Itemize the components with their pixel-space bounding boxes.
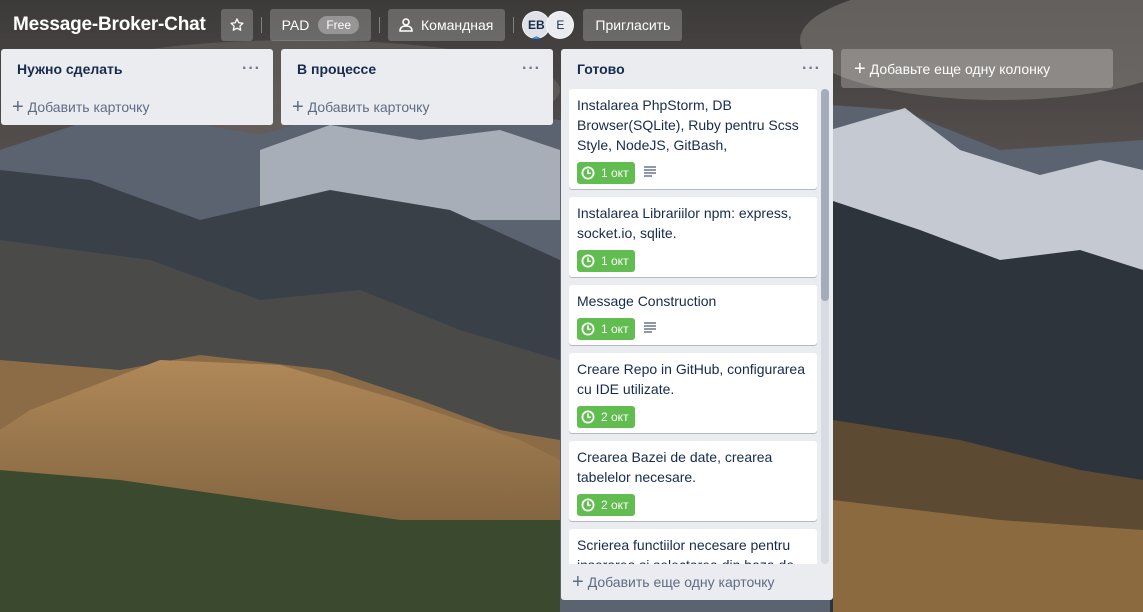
workspace-label: PAD [281, 17, 310, 33]
description-icon [643, 320, 657, 338]
card-title: Instalarea PhpStorm, DB Browser(SQLite),… [577, 97, 799, 153]
due-date-text: 2 окт [601, 410, 629, 424]
due-date-text: 1 окт [601, 322, 629, 336]
list-todo: Нужно сделать ··· + Добавить карточку [1, 49, 273, 125]
add-card-button[interactable]: + Добавить карточку [1, 89, 273, 125]
card-badges: 1 окт [577, 317, 809, 341]
card[interactable]: Crearea Bazei de date, crearea tabelelor… [569, 441, 817, 521]
team-label: Командная [421, 17, 494, 33]
card-title: Creare Repo in GitHub, configurarea cu I… [577, 361, 806, 397]
header-divider [379, 17, 381, 33]
header-divider [513, 17, 515, 33]
list-title[interactable]: Готово [577, 61, 625, 77]
due-date-badge[interactable]: 1 окт [577, 250, 635, 272]
card-title: Instalarea Librariilor npm: express, soc… [577, 205, 792, 241]
team-icon [399, 18, 413, 32]
due-date-badge[interactable]: 1 окт [577, 162, 635, 184]
due-date-badge[interactable]: 2 окт [577, 406, 635, 428]
clock-icon [581, 166, 595, 180]
team-visibility-button[interactable]: Командная [388, 9, 506, 41]
card-badges: 1 окт [577, 161, 809, 185]
add-card-button[interactable]: + Добавить еще одну карточку [561, 564, 833, 600]
card[interactable]: Message Construction 1 окт [569, 285, 817, 345]
clock-icon [581, 322, 595, 336]
card-title: Scrierea functiilor necesare pentru inse… [577, 537, 794, 564]
card[interactable]: Creare Repo in GitHub, configurarea cu I… [569, 353, 817, 433]
list-title[interactable]: Нужно сделать [17, 61, 123, 77]
card-list: Instalarea PhpStorm, DB Browser(SQLite),… [561, 89, 833, 564]
card-badges: 2 окт [577, 405, 809, 429]
card-badges: 2 окт [577, 493, 809, 517]
description-icon [643, 164, 657, 182]
due-date-text: 2 окт [601, 498, 629, 512]
card[interactable]: Instalarea Librariilor npm: express, soc… [569, 197, 817, 277]
due-date-badge[interactable]: 1 окт [577, 318, 635, 340]
list-header: В процессе ··· [281, 49, 553, 89]
scrollbar-thumb[interactable] [821, 89, 829, 301]
list-menu-button[interactable]: ··· [798, 60, 825, 78]
due-date-badge[interactable]: 2 окт [577, 494, 635, 516]
clock-icon [581, 254, 595, 268]
add-list-button[interactable]: + Добавьте еще одну колонку [841, 49, 1113, 88]
board-header: Message-Broker-Chat PAD Free Командная E… [0, 0, 1143, 50]
card-title: Message Construction [577, 293, 717, 309]
list-scrollbar[interactable] [821, 89, 829, 564]
cards-container: Instalarea PhpStorm, DB Browser(SQLite),… [569, 89, 817, 564]
list-header: Готово ··· [561, 49, 833, 89]
plan-badge: Free [318, 16, 360, 34]
due-date-text: 1 окт [601, 166, 629, 180]
list-done: Готово ··· Instalarea PhpStorm, DB Brows… [561, 49, 833, 600]
plus-icon: + [12, 96, 24, 118]
due-date-text: 1 окт [601, 254, 629, 268]
list-in-progress: В процессе ··· + Добавить карточку [281, 49, 553, 125]
card[interactable]: Scrierea functiilor necesare pentru inse… [569, 529, 817, 564]
admin-chevron-icon: ︽ [532, 32, 541, 41]
list-header: Нужно сделать ··· [1, 49, 273, 89]
clock-icon [581, 410, 595, 424]
list-title[interactable]: В процессе [297, 61, 376, 77]
card-title: Crearea Bazei de date, crearea tabelelor… [577, 449, 773, 485]
header-divider [260, 17, 262, 33]
add-card-button[interactable]: + Добавить карточку [281, 89, 553, 125]
star-button[interactable] [220, 9, 253, 41]
workspace-button[interactable]: PAD Free [269, 9, 372, 41]
plus-icon: + [854, 57, 866, 80]
list-menu-button[interactable]: ··· [518, 60, 545, 78]
list-menu-button[interactable]: ··· [238, 60, 265, 78]
board-title[interactable]: Message-Broker-Chat [8, 14, 212, 36]
clock-icon [581, 498, 595, 512]
invite-button[interactable]: Пригласить [583, 9, 683, 41]
star-icon [230, 18, 244, 31]
plus-icon: + [572, 571, 584, 593]
card[interactable]: Instalarea PhpStorm, DB Browser(SQLite),… [569, 89, 817, 189]
member-avatars: EB ︽ E [522, 11, 575, 41]
card-badges: 1 окт [577, 249, 809, 273]
plus-icon: + [292, 96, 304, 118]
avatar[interactable]: E [546, 11, 575, 39]
